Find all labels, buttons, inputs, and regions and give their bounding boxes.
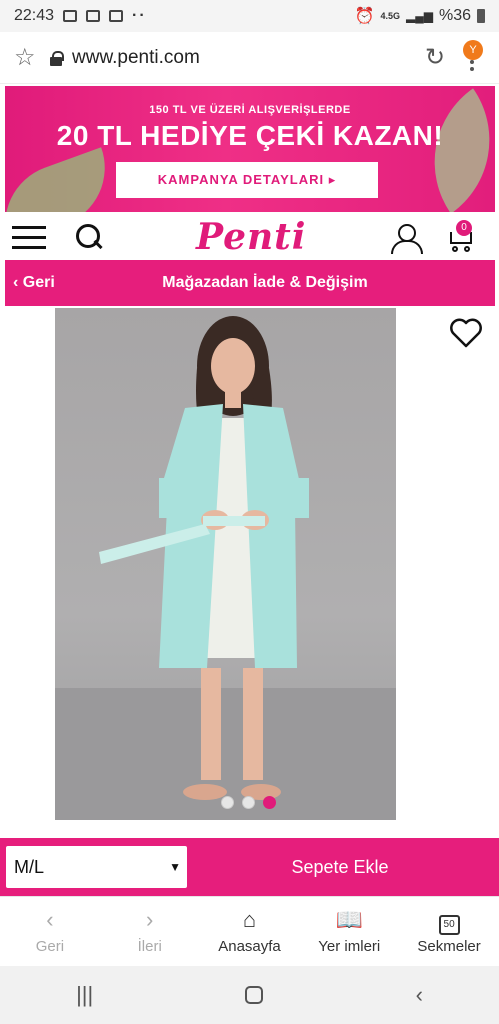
alarm-icon: ⏰ [354, 8, 375, 25]
carousel-indicators [221, 796, 276, 809]
dropdown-caret-icon: ▼ [169, 860, 181, 874]
browser-forward-label: İleri [137, 938, 162, 955]
product-image[interactable] [55, 308, 396, 820]
status-time: 22:43 [14, 7, 55, 24]
network-type: 4.5G [380, 11, 400, 21]
gallery-icon [63, 10, 78, 22]
home-button-icon[interactable] [245, 986, 264, 1004]
cart-icon[interactable]: 0 [446, 220, 476, 254]
promo-banner[interactable]: 150 TL VE ÜZERİ ALIŞVERİŞLERDE 20 TL HED… [5, 86, 495, 212]
home-icon: ⌂ [242, 907, 257, 932]
campaign-details-button[interactable]: KAMPANYA DETAYLARI ▸ [116, 162, 378, 198]
browser-back-label: Geri [35, 938, 65, 955]
cart-count-badge: 0 [456, 220, 472, 236]
browser-tabs-label: Sekmeler [417, 938, 481, 955]
account-badge: Y [463, 39, 483, 60]
chevron-right-icon: › [146, 907, 154, 932]
browser-home-label: Anasayfa [218, 938, 281, 955]
user-account-icon[interactable] [390, 224, 423, 254]
system-navigation-bar: ||| ‹ [0, 966, 499, 1024]
lock-icon[interactable] [50, 50, 64, 66]
browser-bookmarks-button[interactable]: 📖 Yer imleri [299, 897, 399, 966]
battery-percent: %36 [438, 7, 471, 24]
wishlist-heart-icon[interactable] [450, 318, 482, 348]
chevron-left-icon: ‹ [46, 907, 54, 932]
carousel-dot[interactable] [242, 796, 255, 809]
system-back-icon[interactable]: ‹ [416, 982, 423, 1008]
add-to-cart-button[interactable]: Sepete Ekle [187, 857, 493, 878]
banner-subtitle: 150 TL VE ÜZERİ ALIŞVERİŞLERDE [149, 104, 351, 116]
size-select-value: M/L [14, 856, 45, 877]
browser-address-bar: ☆ www.penti.com ↻ Y [0, 32, 499, 84]
mail-icon [109, 10, 124, 22]
book-icon: 📖 [335, 907, 363, 932]
browser-forward-button[interactable]: › İleri [100, 897, 200, 966]
carousel-dot-active[interactable] [263, 796, 276, 809]
more-icon [470, 59, 474, 64]
battery-icon [477, 9, 485, 23]
browser-bottom-nav: ‹ Geri › İleri ⌂ Anasayfa 📖 Yer imleri 5… [0, 896, 499, 966]
product-photo-illustration [55, 316, 396, 820]
status-bar: 22:43 ·· ⏰ 4.5G ▂▄▆ %36 [0, 0, 499, 32]
hamburger-menu-icon[interactable] [12, 226, 46, 250]
bookmark-star-icon[interactable]: ☆ [14, 43, 50, 72]
more-notifications-icon: ·· [132, 7, 147, 24]
browser-back-button[interactable]: ‹ Geri [0, 897, 100, 966]
recent-apps-icon[interactable]: ||| [76, 982, 93, 1008]
refresh-icon[interactable]: ↻ [415, 43, 455, 72]
leaf-decoration [5, 147, 122, 212]
browser-menu-button[interactable]: Y [455, 38, 485, 78]
size-select[interactable]: M/L ▼ [6, 846, 187, 888]
signal-icon: ▂▄▆ [406, 9, 433, 23]
penti-logo[interactable]: Penti [196, 216, 307, 258]
site-header: Penti 0 [0, 214, 499, 262]
back-link-label: Geri [22, 274, 55, 291]
search-icon[interactable] [76, 224, 104, 252]
page-title: Mağazadan İade & Değişim [162, 274, 368, 291]
purchase-bar: M/L ▼ Sepete Ekle [0, 838, 499, 896]
back-link[interactable]: ‹ Geri [13, 274, 55, 292]
browser-bookmarks-label: Yer imleri [318, 938, 381, 955]
browser-icon [86, 10, 101, 22]
browser-tabs-button[interactable]: 50 Sekmeler [399, 897, 499, 966]
page-nav-bar: ‹ Geri Mağazadan İade & Değişim [5, 260, 495, 306]
browser-home-button[interactable]: ⌂ Anasayfa [200, 897, 300, 966]
url-field[interactable]: www.penti.com [72, 47, 415, 69]
tabs-count-icon: 50 [438, 915, 460, 935]
carousel-dot[interactable] [221, 796, 234, 809]
banner-title: 20 TL HEDİYE ÇEKİ KAZAN! [56, 120, 444, 151]
